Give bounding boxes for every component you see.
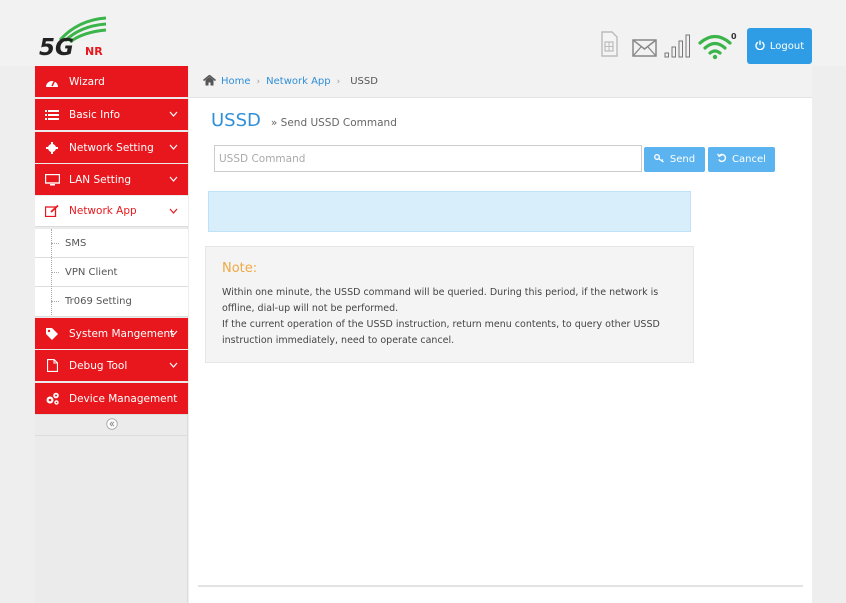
key-icon (653, 153, 665, 166)
wifi-client-count: 0 (731, 32, 737, 41)
breadcrumb-chevron-icon: › (256, 76, 261, 87)
cancel-button[interactable]: Cancel (708, 147, 775, 172)
wifi-icon[interactable] (698, 32, 732, 63)
monitor-icon (35, 173, 69, 186)
page-header: USSD » Send USSD Command (211, 110, 397, 131)
sidebar-item-network-app[interactable]: Network App (35, 196, 188, 227)
page-title: USSD (211, 110, 261, 131)
sidebar-item-label: Network Setting (69, 141, 154, 154)
sidebar-subitem-label: SMS (65, 237, 87, 249)
sidebar-item-lan-setting[interactable]: LAN Setting (35, 164, 188, 195)
sidebar-item-label: Debug Tool (69, 359, 128, 372)
sidebar-item-label: Basic Info (69, 108, 121, 121)
note-text-1: Within one minute, the USSD command will… (222, 287, 659, 314)
double-chevron-right-icon: » (270, 117, 278, 129)
envelope-icon[interactable] (632, 39, 657, 60)
page-subtitle: » Send USSD Command (271, 117, 397, 129)
chevron-down-icon (169, 205, 178, 217)
sidebar-item-system-mangement[interactable]: System Mangement (35, 318, 188, 349)
note-panel: Note: Within one minute, the USSD comman… (205, 246, 694, 363)
sidebar-item-device-management[interactable]: Device Management (35, 383, 188, 414)
tree-line (51, 229, 52, 315)
sidebar-item-wizard[interactable]: Wizard (35, 66, 188, 97)
sidebar-subitem-vpn-client[interactable]: VPN Client (35, 258, 188, 287)
chevron-down-icon (169, 173, 178, 185)
logout-button[interactable]: Logout (747, 28, 812, 64)
undo-icon (717, 153, 727, 166)
double-chevron-left-icon (105, 417, 118, 433)
list-icon (35, 109, 69, 121)
tag-icon (35, 327, 69, 340)
chevron-down-icon (169, 108, 178, 120)
breadcrumb-chevron-icon: › (336, 76, 341, 87)
chevron-down-icon (169, 141, 178, 153)
ussd-result-box (208, 191, 691, 232)
sim-card-icon (600, 31, 618, 60)
sidebar-collapse-toggle[interactable] (35, 414, 188, 436)
sidebar-subitem-label: Tr069 Setting (65, 296, 132, 307)
page-subtitle-text: Send USSD Command (280, 117, 397, 129)
home-icon (203, 74, 216, 89)
dashboard-icon (35, 76, 69, 88)
sidebar-subitem-sms[interactable]: SMS (35, 229, 188, 258)
sidebar-subitem-label: VPN Client (65, 266, 118, 278)
sidebar-item-network-setting[interactable]: Network Setting (35, 132, 188, 163)
sidebar-item-basic-info[interactable]: Basic Info (35, 99, 188, 130)
sidebar-item-label: Device Management (69, 392, 178, 405)
sidebar-item-label: System Mangement (69, 327, 175, 340)
note-text-2: If the current operation of the USSD ins… (222, 319, 660, 346)
logo-subtext: NR (85, 45, 103, 58)
signal-strength-icon (664, 34, 692, 61)
sidebar: Wizard Basic Info Network Setting LAN Se… (35, 66, 188, 603)
file-icon (35, 359, 69, 372)
sidebar-item-label: Network App (69, 205, 137, 217)
breadcrumb: Home › Network App › USSD (189, 66, 812, 98)
gear-icon (35, 141, 69, 154)
chevron-down-icon (169, 327, 178, 339)
edit-icon (35, 205, 69, 217)
ussd-command-input[interactable] (214, 145, 642, 172)
top-bar: 5G NR 0 Logout (0, 0, 846, 66)
main-content: Home › Network App › USSD USSD » Send US… (189, 66, 812, 603)
send-button-label: Send (669, 154, 696, 165)
breadcrumb-home-link[interactable]: Home (221, 76, 251, 87)
cancel-button-label: Cancel (732, 154, 766, 165)
sidebar-subitem-tr069-setting[interactable]: Tr069 Setting (35, 287, 188, 317)
power-icon (755, 40, 765, 53)
gears-icon (35, 392, 69, 405)
sidebar-item-label: Wizard (69, 75, 105, 88)
chevron-down-icon (169, 359, 178, 371)
logout-label: Logout (769, 40, 805, 52)
send-button[interactable]: Send (644, 147, 705, 172)
divider (198, 585, 803, 587)
note-title: Note: (222, 261, 258, 276)
sidebar-item-debug-tool[interactable]: Debug Tool (35, 350, 188, 381)
breadcrumb-network-app-link[interactable]: Network App (266, 76, 330, 87)
sidebar-item-label: LAN Setting (69, 173, 132, 186)
breadcrumb-current: USSD (350, 76, 378, 87)
logo-text: 5G (39, 35, 74, 60)
5g-nr-logo: 5G NR (38, 14, 112, 61)
